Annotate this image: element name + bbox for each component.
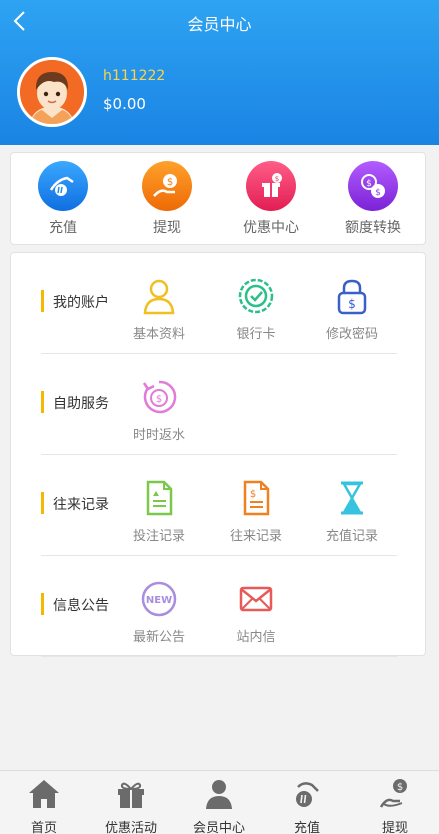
withdraw-icon: $ [379, 779, 407, 808]
svg-text:$: $ [348, 297, 356, 311]
header: 会员中心 h111222 $0.00 [0, 0, 439, 145]
section-notices: 信息公告 NEW 最新公告 站内信 [41, 556, 397, 657]
section-title: 往来记录 [41, 455, 121, 556]
section-title: 信息公告 [41, 556, 121, 657]
divider [41, 656, 397, 657]
menu-card: 我的账户 基本资料 银行卡 $ 修改密码 自助服务 $ 时时返水 往来记录 投注… [10, 252, 426, 657]
bet-record-button[interactable]: 投注记录 [114, 479, 204, 544]
hourglass-icon [341, 481, 363, 515]
rebate-button[interactable]: $ 时时返水 [114, 378, 204, 443]
member-center-page: 会员中心 h111222 $0.00 充值 $ 提现 $ 优惠中心 $ $ 额度… [0, 0, 439, 834]
transaction-record-icon: $ [243, 480, 270, 516]
svg-text:$: $ [156, 394, 162, 405]
latest-notice-button[interactable]: NEW 最新公告 [114, 580, 204, 645]
quick-withdraw-button[interactable]: $ 提现 [127, 161, 207, 237]
svg-text:$: $ [250, 489, 256, 500]
quick-recharge-button[interactable]: 充值 [23, 161, 103, 237]
profile-button[interactable]: 基本资料 [114, 277, 204, 342]
withdraw-icon: $ [142, 161, 192, 211]
inbox-button[interactable]: 站内信 [211, 580, 301, 645]
gift-icon [118, 782, 144, 808]
avatar [17, 57, 87, 127]
page-title: 会员中心 [187, 15, 252, 34]
tab-home[interactable]: 首页 [0, 777, 88, 834]
mail-icon [239, 586, 273, 612]
promotion-icon: $ [246, 161, 296, 211]
svg-text:$: $ [167, 177, 173, 188]
recharge-icon [38, 161, 88, 211]
tab-promotions[interactable]: 优惠活动 [87, 777, 175, 834]
quick-exchange-button[interactable]: $ $ 额度转换 [333, 161, 413, 237]
tab-member-center[interactable]: 会员中心 [175, 777, 263, 834]
quick-withdraw-label: 提现 [153, 220, 181, 236]
section-title: 自助服务 [41, 354, 121, 455]
quick-promotion-button[interactable]: $ 优惠中心 [231, 161, 311, 237]
rebate-icon: $ [142, 380, 177, 414]
bank-card-button[interactable]: 银行卡 [211, 277, 301, 342]
bottom-tab-bar: 首页 优惠活动 会员中心 充值 $ 提现 [0, 770, 439, 834]
user-icon [143, 279, 175, 315]
exchange-icon: $ $ [348, 161, 398, 211]
tab-withdraw[interactable]: $ 提现 [351, 777, 439, 834]
recharge-icon [296, 782, 319, 807]
quick-exchange-label: 额度转换 [345, 220, 401, 236]
new-badge-icon: NEW [141, 581, 177, 617]
svg-text:$: $ [397, 782, 403, 793]
lock-icon: $ [337, 279, 367, 315]
transaction-record-button[interactable]: $ 往来记录 [211, 479, 301, 544]
section-self-service: 自助服务 $ 时时返水 [41, 354, 397, 455]
svg-text:NEW: NEW [146, 595, 172, 606]
svg-text:$: $ [275, 175, 279, 183]
section-records: 往来记录 投注记录 $ 往来记录 充值记录 [41, 455, 397, 556]
svg-text:$: $ [366, 179, 372, 189]
quick-recharge-label: 充值 [49, 220, 77, 236]
change-password-button[interactable]: $ 修改密码 [307, 277, 397, 342]
recharge-record-button[interactable]: 充值记录 [307, 479, 397, 544]
home-icon [29, 780, 59, 808]
quick-actions-card: 充值 $ 提现 $ 优惠中心 $ $ 额度转换 [10, 152, 426, 245]
quick-promotion-label: 优惠中心 [243, 220, 299, 236]
bet-record-icon [146, 480, 173, 516]
section-my-account: 我的账户 基本资料 银行卡 $ 修改密码 [41, 253, 397, 354]
tab-recharge[interactable]: 充值 [263, 777, 351, 834]
bank-card-icon [238, 278, 274, 314]
username: h111222 [103, 68, 166, 84]
balance: $0.00 [103, 95, 146, 113]
svg-text:$: $ [375, 188, 381, 198]
section-title: 我的账户 [41, 253, 121, 354]
person-icon [206, 780, 232, 809]
